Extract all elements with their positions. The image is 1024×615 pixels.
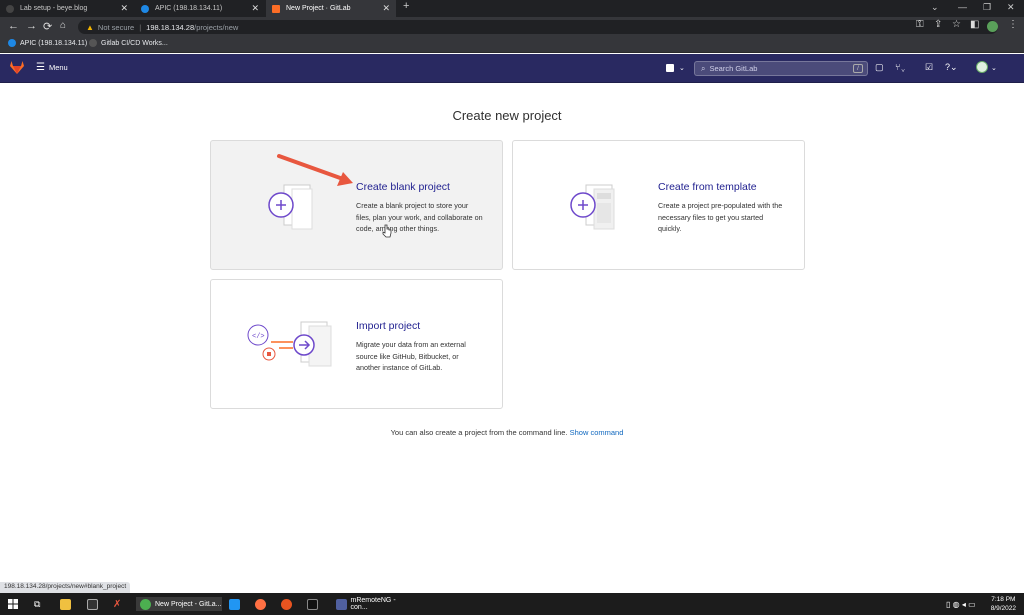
- taskbar-item-mremoteng[interactable]: mRemoteNG - con...: [332, 597, 412, 611]
- bookmarks-bar: APIC (198.18.134.11) Gitlab CI/CD Works.…: [0, 37, 1024, 53]
- new-item-icon[interactable]: [666, 64, 674, 72]
- new-tab-icon[interactable]: +: [403, 0, 409, 12]
- card-description: Create a project pre-populated with the …: [658, 201, 783, 233]
- task-view-icon[interactable]: ⧉: [34, 597, 40, 611]
- windows-taskbar: ⧉ ✗ New Project - GitLa... mRemoteNG - c…: [0, 593, 1024, 615]
- bookmark-label: Gitlab CI/CD Works...: [101, 39, 168, 47]
- gitlab-logo-icon[interactable]: [10, 61, 24, 74]
- annotation-arrow-icon: [277, 154, 353, 186]
- card-title: Import project: [356, 320, 421, 332]
- merge-request-icon[interactable]: ⑂⌄: [895, 62, 906, 72]
- gitlab-favicon-icon: [272, 4, 280, 13]
- bookmark-gitlab-cicd[interactable]: Gitlab CI/CD Works...: [89, 39, 168, 47]
- chevron-down-icon[interactable]: ⌄: [679, 64, 685, 72]
- site-favicon-icon: [6, 4, 14, 13]
- taskbar-clock[interactable]: 7:18 PM 8/9/2022: [991, 595, 1016, 613]
- browser-tab-new-project[interactable]: New Project · GitLab ✕: [266, 0, 396, 17]
- todo-icon[interactable]: ☑: [925, 62, 933, 73]
- tab-label: APIC (198.18.134.11): [155, 5, 223, 12]
- url-host: 198.18.134.28: [146, 22, 195, 32]
- more-menu-icon[interactable]: ⋮: [1008, 19, 1018, 30]
- tab-label: Lab setup - beye.blog: [20, 5, 88, 12]
- console-icon[interactable]: [307, 598, 318, 610]
- hamburger-icon: ☰: [36, 62, 45, 73]
- svg-text:</>: </>: [252, 333, 265, 341]
- close-tab-icon[interactable]: ✕: [251, 3, 259, 14]
- hand-cursor-icon: [382, 224, 392, 238]
- back-icon[interactable]: ←: [8, 20, 19, 32]
- card-title: Create blank project: [356, 181, 450, 193]
- cli-note: You can also create a project from the c…: [0, 428, 1014, 437]
- card-description: Migrate your data from an external sourc…: [356, 340, 466, 372]
- card-description: Create a blank project to store your fil…: [356, 201, 483, 233]
- gitlab-header: ☰ Menu ⌄ ⌕ Search GitLab / ▢ ⑂⌄ ☑ ?⌄ ⌄: [0, 54, 1024, 83]
- apic-favicon-icon: [141, 4, 149, 13]
- ubuntu-icon[interactable]: [281, 598, 292, 610]
- divider: |: [139, 22, 142, 32]
- warning-icon: ▲: [86, 22, 94, 32]
- issues-icon[interactable]: ▢: [875, 62, 884, 73]
- apic-bookmark-icon: [8, 39, 16, 47]
- system-tray-icons[interactable]: ▯ ◍ ◂ ▭: [946, 597, 976, 611]
- search-shortcut-badge: /: [853, 64, 863, 73]
- main-content: Create new project Create blank project …: [0, 84, 1024, 598]
- import-project-card[interactable]: </> Import project Migrate your data fro…: [210, 279, 503, 409]
- restore-icon[interactable]: ❐: [983, 2, 991, 13]
- menu-button[interactable]: ☰ Menu: [36, 62, 68, 73]
- not-secure-label: Not secure: [97, 22, 135, 32]
- mremoteng-icon: [336, 598, 347, 610]
- search-placeholder: Search GitLab: [709, 64, 758, 73]
- forward-icon[interactable]: →: [26, 20, 37, 32]
- blank-project-illustration-icon: [268, 184, 313, 230]
- share-icon[interactable]: ⇪: [934, 19, 942, 30]
- page-title: Create new project: [452, 108, 562, 123]
- taskbar-item-chrome[interactable]: New Project - GitLa...: [136, 597, 222, 611]
- bookmark-favicon-icon: [89, 39, 97, 47]
- sidepanel-icon[interactable]: ◧: [970, 19, 979, 30]
- show-command-link[interactable]: Show command: [570, 428, 624, 437]
- clock-date: 8/9/2022: [990, 605, 1016, 612]
- menu-label: Menu: [48, 63, 68, 72]
- tool-icon[interactable]: ✗: [113, 597, 121, 611]
- taskbar-item-label: mRemoteNG - con...: [350, 597, 396, 611]
- address-bar[interactable]: ▲ Not secure | 198.18.134.28 /projects/n…: [78, 20, 998, 34]
- card-title: Create from template: [658, 181, 757, 193]
- chrome-icon: [140, 598, 151, 610]
- close-window-icon[interactable]: ✕: [1007, 2, 1015, 13]
- url-path: /projects/new: [194, 22, 239, 32]
- vscode-icon[interactable]: [229, 598, 240, 610]
- browser-tab-lab-setup[interactable]: Lab setup - beye.blog ✕: [0, 0, 134, 17]
- terminal-icon[interactable]: [87, 598, 98, 610]
- bookmark-apic[interactable]: APIC (198.18.134.11): [8, 39, 87, 47]
- import-illustration-icon: </>: [247, 321, 332, 367]
- file-explorer-icon[interactable]: [60, 598, 71, 610]
- search-input[interactable]: ⌕ Search GitLab /: [694, 61, 868, 76]
- app-icon[interactable]: [255, 598, 266, 610]
- cli-note-text: You can also create a project from the c…: [390, 428, 568, 437]
- search-icon: ⌕: [701, 63, 706, 73]
- minimize-icon[interactable]: —: [958, 2, 967, 12]
- reload-icon[interactable]: ⟳: [43, 20, 52, 33]
- user-avatar[interactable]: [976, 61, 988, 73]
- chevron-down-icon[interactable]: ⌄: [991, 64, 997, 72]
- star-icon[interactable]: ☆: [952, 19, 961, 30]
- tab-label: New Project · GitLab: [286, 5, 351, 12]
- close-tab-icon[interactable]: ✕: [120, 3, 128, 14]
- close-tab-icon[interactable]: ✕: [382, 3, 390, 14]
- browser-toolbar: ← → ⟳ ⌂ ▲ Not secure | 198.18.134.28 /pr…: [0, 17, 1024, 37]
- status-bar-url: 198.18.134.28/projects/new#blank_project: [0, 582, 131, 593]
- create-from-template-card[interactable]: Create from template Create a project pr…: [512, 140, 805, 270]
- tab-search-icon[interactable]: ⌄: [931, 2, 939, 13]
- home-icon[interactable]: ⌂: [60, 20, 66, 31]
- windows-start-icon[interactable]: [8, 599, 18, 609]
- browser-tab-strip: Lab setup - beye.blog ✕ APIC (198.18.134…: [0, 0, 1024, 17]
- browser-tab-apic[interactable]: APIC (198.18.134.11) ✕: [135, 0, 265, 17]
- template-illustration-icon: [570, 184, 615, 230]
- profile-avatar[interactable]: [987, 21, 998, 32]
- help-icon[interactable]: ?⌄: [945, 62, 958, 73]
- taskbar-item-label: New Project - GitLa...: [155, 600, 222, 608]
- key-icon[interactable]: ⚿: [916, 19, 924, 30]
- clock-time: 7:18 PM: [991, 596, 1016, 603]
- bookmark-label: APIC (198.18.134.11): [20, 39, 88, 47]
